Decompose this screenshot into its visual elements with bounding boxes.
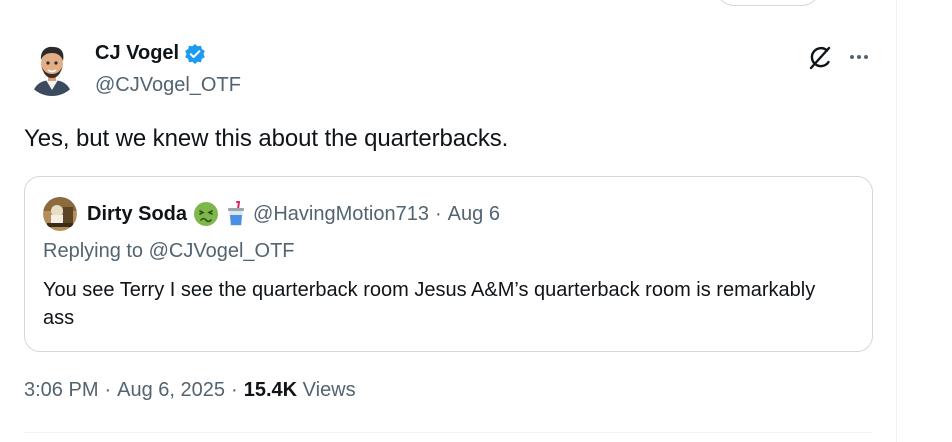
post-text: Yes, but we knew this about the quarterb…: [24, 125, 509, 152]
quoted-header: Dirty Soda @HavingMotion713 · Aug 6: [87, 201, 500, 227]
more-dot: [850, 55, 854, 59]
post-meta: 3:06 PM · Aug 6, 2025 · 15.4K Views: [24, 379, 356, 402]
divider: [24, 432, 872, 433]
replying-to: Replying to @CJVogel_OTF: [43, 240, 295, 262]
avatar[interactable]: [24, 40, 80, 96]
meta-separator: ·: [231, 379, 238, 401]
meta-separator: ·: [104, 379, 112, 401]
grok-icon[interactable]: [807, 45, 833, 71]
top-button[interactable]: [716, 0, 820, 6]
views-count[interactable]: 15.4K: [244, 379, 297, 401]
quoted-avatar[interactable]: [43, 197, 77, 231]
quoted-date[interactable]: Aug 6: [448, 203, 500, 226]
author-name[interactable]: CJ Vogel: [95, 42, 179, 65]
quoted-handle[interactable]: @HavingMotion713: [253, 203, 429, 226]
views-label[interactable]: Views: [303, 379, 356, 401]
post-time[interactable]: 3:06 PM: [24, 379, 98, 402]
nauseated-face-icon: [193, 201, 219, 227]
verified-badge-icon[interactable]: [184, 43, 206, 65]
more-dot: [864, 55, 868, 59]
quoted-separator: ·: [435, 202, 442, 225]
more-dot: [857, 55, 861, 59]
more-icon[interactable]: [846, 50, 872, 64]
quoted-post-text: You see Terry I see the quarterback room…: [43, 279, 816, 329]
quoted-author-name[interactable]: Dirty Soda: [87, 203, 187, 226]
author-handle[interactable]: @CJVogel_OTF: [95, 74, 241, 97]
cup-with-straw-icon: [225, 201, 247, 227]
column-divider: [896, 0, 897, 442]
author-name-row: CJ Vogel: [95, 42, 206, 65]
post-date[interactable]: Aug 6, 2025: [117, 379, 225, 402]
quoted-post-card[interactable]: Dirty Soda @HavingMotion713 · Aug 6 Repl…: [24, 176, 873, 352]
